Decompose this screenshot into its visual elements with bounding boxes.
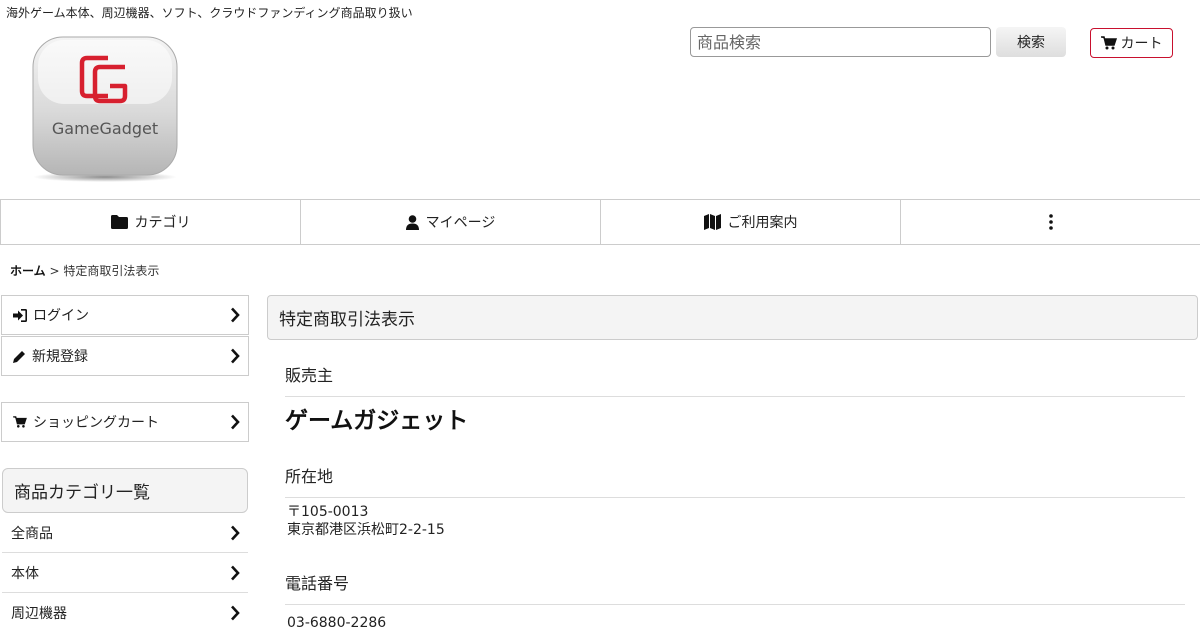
- pencil-icon: [13, 350, 25, 363]
- cart-icon: [13, 416, 27, 428]
- category-label: 全商品: [11, 525, 53, 542]
- chevron-right-icon: [231, 307, 240, 323]
- category-list-title: 商品カテゴリ一覧: [2, 468, 248, 513]
- folder-icon: [110, 215, 128, 229]
- category-label: 本体: [11, 565, 39, 582]
- map-icon: [703, 214, 721, 230]
- cart-label: カート: [1120, 36, 1163, 52]
- breadcrumb-current: 特定商取引法表示: [63, 264, 160, 278]
- breadcrumb-separator: >: [49, 264, 60, 278]
- more-vertical-icon: [1048, 214, 1053, 230]
- address-value: 東京都港区浜松町2-2-15: [287, 522, 445, 538]
- cart-button[interactable]: カート: [1090, 28, 1173, 58]
- nav-label: カテゴリ: [134, 215, 191, 231]
- chevron-right-icon: [231, 348, 240, 364]
- search-form: 検索: [690, 27, 1066, 57]
- sidebar-register-button[interactable]: 新規登録: [1, 336, 249, 376]
- page-title: 特定商取引法表示: [267, 295, 1198, 340]
- chevron-right-icon: [231, 605, 240, 620]
- chevron-right-icon: [231, 414, 240, 430]
- nav-item-guide[interactable]: ご利用案内: [601, 200, 901, 244]
- search-input[interactable]: [690, 27, 991, 57]
- sidebar-login-button[interactable]: ログイン: [1, 295, 249, 335]
- cart-icon: [1100, 36, 1117, 50]
- phone-label: 電話番号: [285, 570, 1185, 605]
- category-item[interactable]: 周辺機器: [2, 593, 248, 630]
- address-label: 所在地: [285, 463, 1185, 498]
- category-item[interactable]: 本体: [2, 553, 248, 593]
- category-label: 周辺機器: [11, 605, 67, 622]
- nav-item-mypage[interactable]: マイページ: [301, 200, 601, 244]
- logo-image: GameGadget: [32, 36, 178, 182]
- nav-item-category[interactable]: カテゴリ: [0, 200, 301, 244]
- svg-text:GameGadget: GameGadget: [52, 119, 158, 138]
- user-icon: [405, 214, 419, 230]
- chevron-right-icon: [231, 525, 240, 540]
- seller-label: 販売主: [285, 362, 1185, 397]
- sign-in-icon: [13, 308, 27, 322]
- postal-code: 〒105-0013: [287, 504, 369, 520]
- breadcrumb-home[interactable]: ホーム: [10, 264, 46, 278]
- seller-value: ゲームガジェット: [285, 408, 469, 434]
- search-button[interactable]: 検索: [996, 27, 1066, 57]
- nav-label: ご利用案内: [727, 215, 798, 231]
- site-logo[interactable]: GameGadget: [30, 34, 180, 184]
- sidebar-cart-button[interactable]: ショッピングカート: [1, 402, 249, 442]
- site-tagline: 海外ゲーム本体、周辺機器、ソフト、クラウドファンディング商品取り扱い: [6, 6, 413, 20]
- global-nav: カテゴリ マイページ ご利用案内: [0, 199, 1200, 245]
- chevron-right-icon: [231, 565, 240, 580]
- phone-value: 03-6880-2286: [287, 615, 387, 630]
- breadcrumb: ホーム > 特定商取引法表示: [10, 262, 159, 279]
- sidebar-register-label: 新規登録: [32, 349, 88, 365]
- nav-item-more[interactable]: [901, 200, 1200, 244]
- category-item[interactable]: 全商品: [2, 513, 248, 553]
- sidebar-cart-label: ショッピングカート: [33, 415, 159, 431]
- sidebar-login-label: ログイン: [33, 308, 89, 324]
- nav-label: マイページ: [425, 215, 496, 231]
